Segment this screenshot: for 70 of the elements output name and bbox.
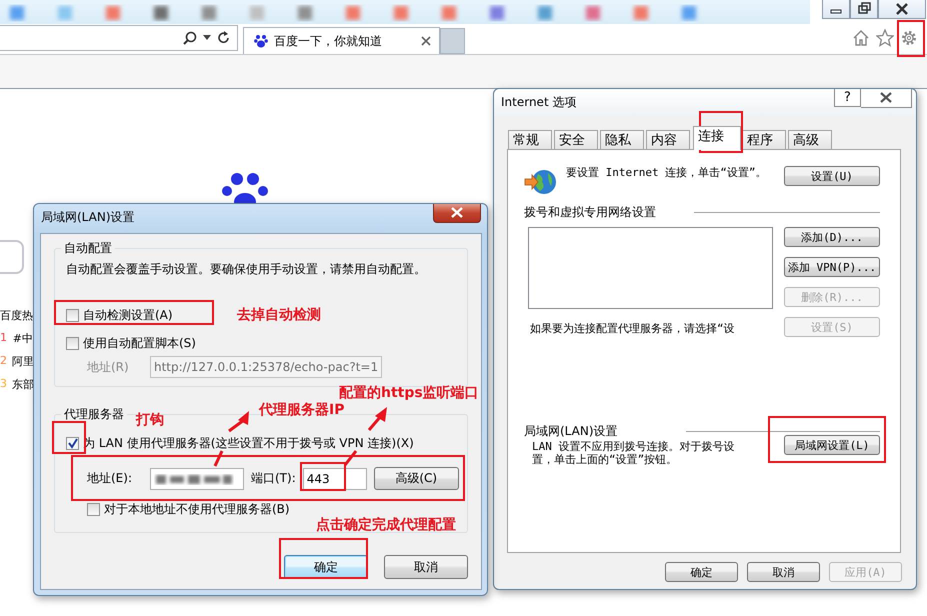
connect-instruction: 要设置 Internet 连接，单击“设置”。 bbox=[566, 166, 768, 180]
hot-item-link[interactable]: #中 bbox=[12, 331, 33, 346]
advanced-button[interactable]: 高级(C) bbox=[374, 467, 459, 490]
checkbox-label: 自动检测设置(A) bbox=[83, 307, 173, 324]
restore-button[interactable] bbox=[850, 0, 878, 19]
close-button[interactable] bbox=[878, 0, 926, 19]
search-icon[interactable] bbox=[183, 31, 197, 45]
home-icon[interactable] bbox=[852, 29, 870, 47]
minimize-button[interactable] bbox=[822, 0, 850, 19]
window-title: Internet 选项 bbox=[501, 94, 576, 111]
checkbox[interactable] bbox=[66, 309, 79, 322]
annotation-text: 去掉自动检测 bbox=[237, 306, 321, 324]
close-button[interactable] bbox=[433, 204, 481, 223]
annotation-text: 配置的https监听端口 bbox=[339, 384, 479, 402]
rank-number: 1 bbox=[0, 331, 8, 346]
lan-description: LAN 设置不应用到拨号连接。对于拨号设置，单击上面的“设置”按钮。 bbox=[532, 440, 736, 466]
tab[interactable]: 隐私 bbox=[600, 130, 644, 149]
port-field[interactable]: 443 bbox=[302, 468, 367, 490]
field-label: 地址(E): bbox=[87, 470, 133, 487]
lan-settings-button[interactable]: 局域网设置(L) bbox=[784, 435, 880, 455]
browser-tab[interactable]: 百度一下，你就知道 bbox=[243, 27, 440, 54]
tab[interactable]: 高级 bbox=[788, 130, 832, 149]
field-label: 端口(T): bbox=[251, 470, 296, 487]
tab-title: 百度一下，你就知道 bbox=[274, 32, 383, 50]
close-button[interactable] bbox=[861, 89, 912, 108]
dialup-button[interactable]: 添加(D)... bbox=[784, 227, 880, 247]
checkbox-label: 使用自动配置脚本(S) bbox=[83, 335, 196, 352]
checkbox[interactable] bbox=[66, 437, 79, 450]
tab[interactable]: 常规 bbox=[508, 130, 552, 149]
dialog-button[interactable]: 取消 bbox=[384, 555, 468, 579]
group-description: 自动配置会覆盖手动设置。要确保使用手动设置，请禁用自动配置。 bbox=[66, 261, 427, 278]
tab[interactable]: 内容 bbox=[646, 130, 690, 149]
tab[interactable]: 连接 bbox=[693, 126, 741, 150]
tab[interactable]: 安全 bbox=[554, 130, 598, 149]
refresh-icon[interactable] bbox=[217, 31, 231, 45]
section-heading: 局域网(LAN)设置 bbox=[524, 423, 618, 440]
connection-list[interactable] bbox=[528, 227, 773, 309]
address-field[interactable] bbox=[0, 25, 238, 51]
section-heading: 拨号和虚拟专用网络设置 bbox=[524, 204, 656, 221]
settings-icon[interactable] bbox=[900, 29, 918, 47]
tab[interactable]: 程序 bbox=[742, 130, 786, 149]
script-address-field[interactable]: http://127.0.0.1:25378/echo-pac?t=1 bbox=[150, 356, 382, 378]
hot-item-link[interactable]: 东部 bbox=[12, 377, 33, 392]
star-icon[interactable] bbox=[876, 29, 894, 47]
group-title: 代理服务器 bbox=[61, 406, 127, 423]
paw-icon bbox=[254, 34, 268, 48]
dialog-button[interactable]: 确定 bbox=[665, 562, 738, 582]
annotation-text: 点击确定完成代理配置 bbox=[316, 516, 456, 534]
highlight-frame bbox=[897, 20, 925, 57]
rank-number: 3 bbox=[0, 377, 7, 392]
help-button[interactable]: ? bbox=[834, 89, 861, 107]
window-title: 局域网(LAN)设置 bbox=[41, 209, 135, 226]
close-icon[interactable] bbox=[421, 36, 431, 46]
proxy-hint: 如果要为连接配置代理服务器，请选择“设 bbox=[529, 321, 736, 336]
checkbox[interactable] bbox=[87, 503, 100, 516]
checkbox-label: 对于本地地址不使用代理服务器(B) bbox=[104, 501, 290, 518]
caret-icon[interactable] bbox=[203, 35, 211, 41]
rank-number: 2 bbox=[0, 354, 7, 369]
hot-list-heading: 百度热 bbox=[0, 308, 33, 323]
setup-button[interactable]: 设置(U) bbox=[784, 166, 880, 186]
proxy-address-field[interactable] bbox=[150, 468, 244, 490]
field-label: 地址(R) bbox=[87, 358, 130, 376]
checkbox[interactable] bbox=[66, 337, 79, 350]
group-title: 自动配置 bbox=[61, 240, 115, 257]
globe-icon bbox=[524, 168, 558, 196]
annotation-text: 打钩 bbox=[136, 411, 164, 429]
dialup-button[interactable]: 添加 VPN(P)... bbox=[784, 257, 880, 277]
dialog-button[interactable]: 取消 bbox=[747, 562, 820, 582]
annotation-text: 代理服务器IP bbox=[259, 401, 344, 419]
highlight-frame bbox=[699, 111, 743, 153]
